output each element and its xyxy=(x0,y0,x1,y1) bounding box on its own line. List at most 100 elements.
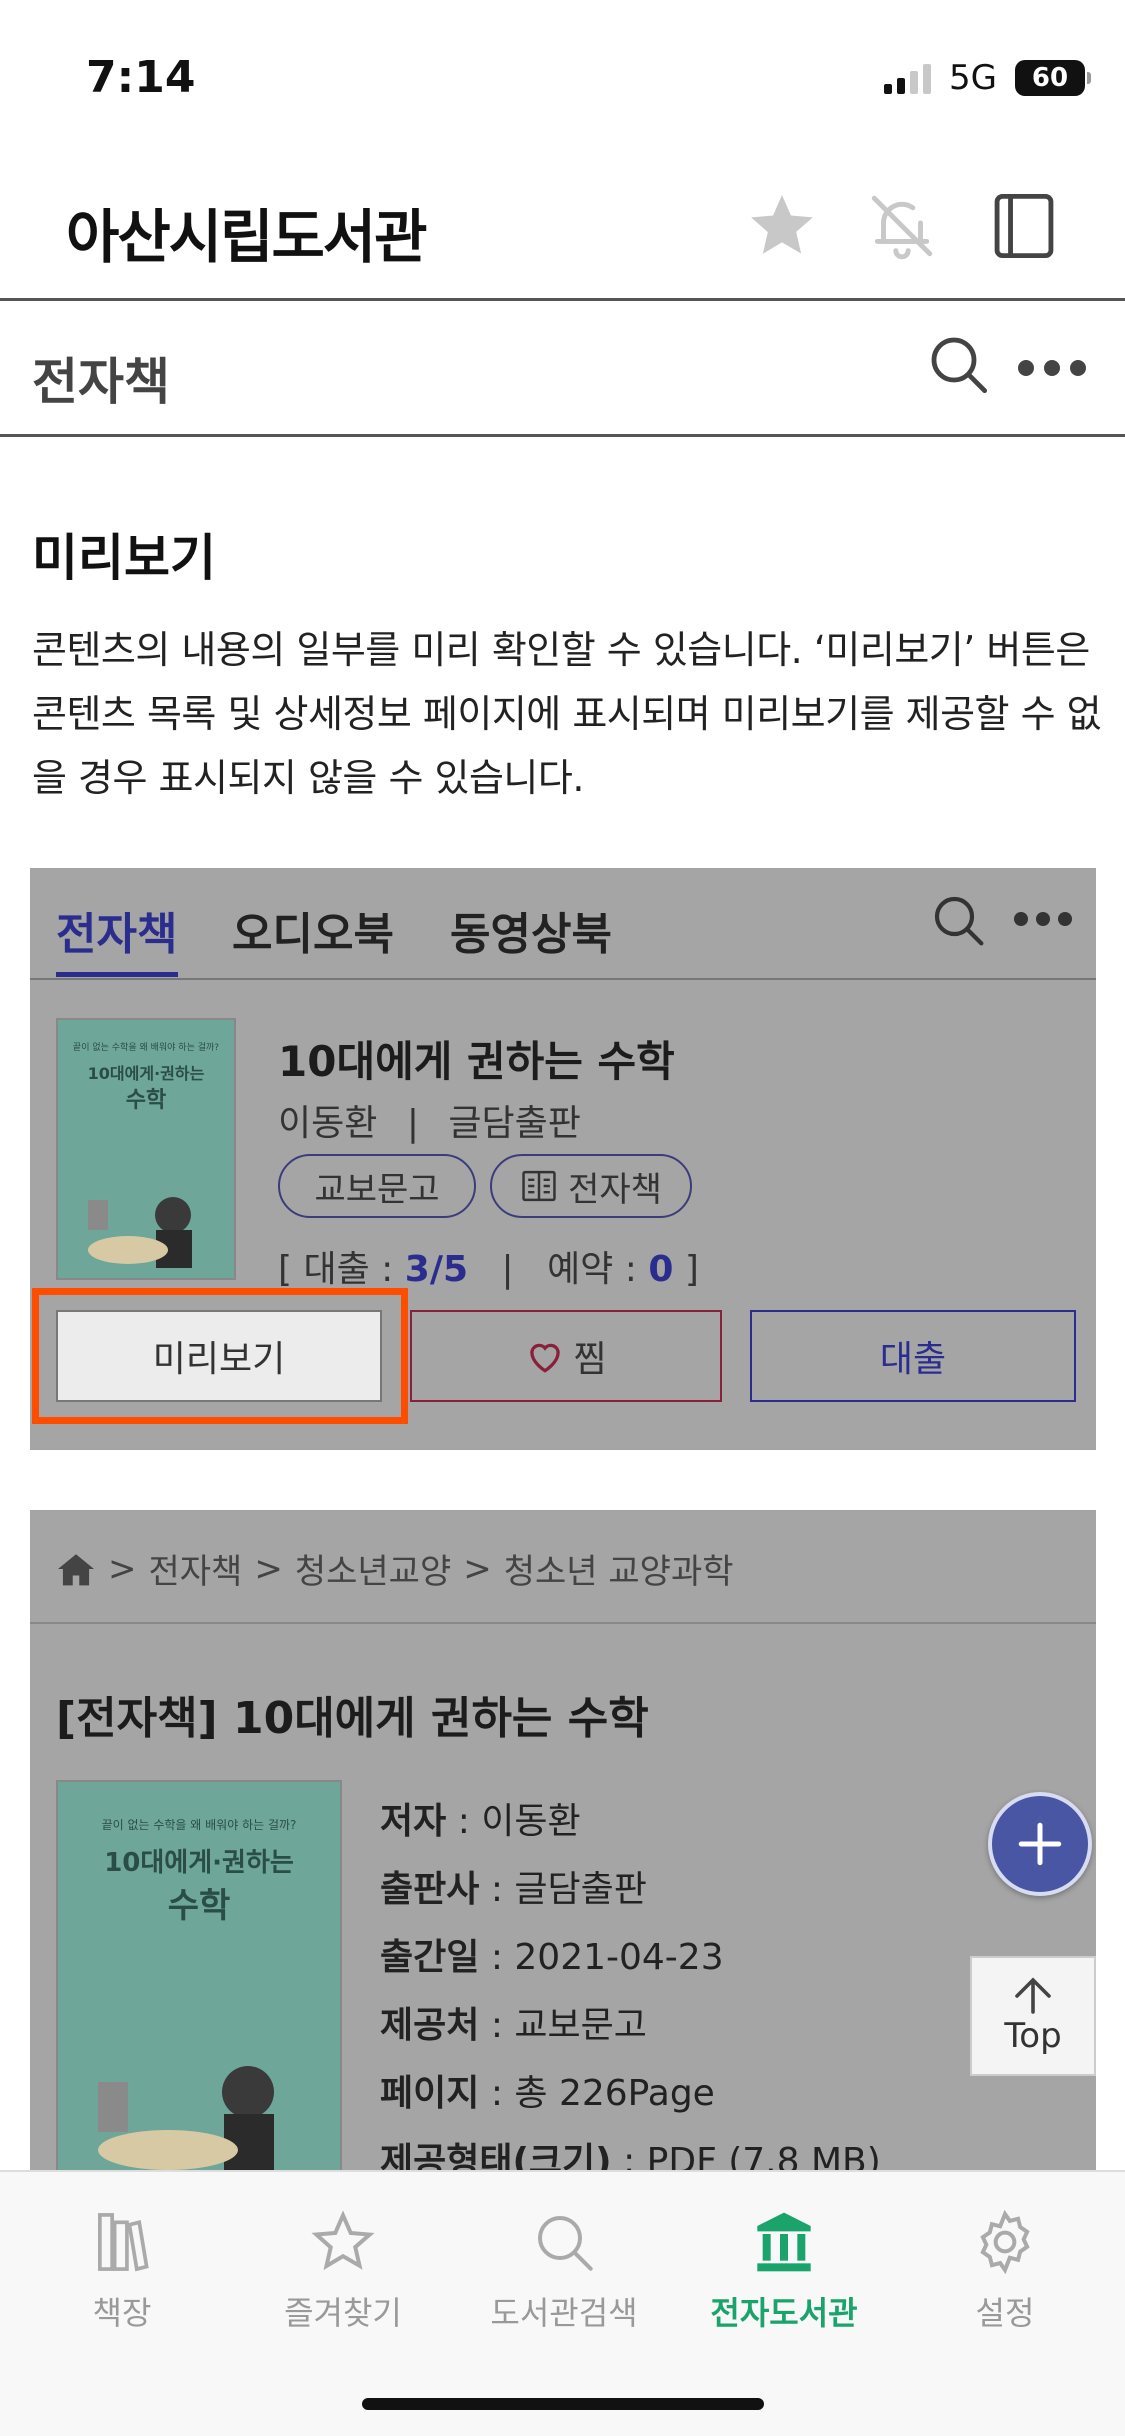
bookshelf-icon xyxy=(98,2213,149,2272)
cover-big-text-1: 10대에게·권하는 xyxy=(104,1848,294,1878)
network-type: 5G xyxy=(949,58,997,98)
star-outline-icon xyxy=(311,2210,375,2271)
section-description: 콘텐츠의 내용의 일부를 미리 확인할 수 있습니다. ‘미리보기’ 버튼은 콘… xyxy=(32,628,1102,800)
book-title[interactable]: 10대에게 권하는 수학 xyxy=(278,1028,675,1089)
library-icon xyxy=(757,2212,811,2272)
signal-icon xyxy=(884,62,932,94)
nav-label: 도서관검색 xyxy=(490,2294,638,2332)
tab-videobook[interactable]: 동영상북 xyxy=(450,898,612,962)
provider-chip: 교보문고 xyxy=(278,1154,476,1218)
nav-label: 즐겨찾기 xyxy=(284,2294,402,2332)
detail-pubdate: 출간일 : 2021-04-23 xyxy=(380,1928,724,1980)
provider-chip-label: 교보문고 xyxy=(314,1169,440,1210)
nav-item-favorites[interactable]: 즐겨찾기 xyxy=(243,2210,443,2334)
detail-title: [전자책] 10대에게 권하는 수학 xyxy=(56,1693,649,1744)
status-indicators: 5G 60 xyxy=(884,58,1091,98)
crumb-separator: > xyxy=(254,1548,283,1589)
cover-small-text: 끝이 없는 수학을 왜 배워야 하는 걸까? xyxy=(101,1818,297,1832)
field-label: 저자 xyxy=(380,1801,447,1842)
cover-big-text-2: 수학 xyxy=(125,1088,167,1113)
loan-bracket-close: ] xyxy=(684,1249,699,1290)
detail-book-cover: 끝이 없는 수학을 왜 배워야 하는 걸까? 10대에게·권하는 수학 xyxy=(56,1780,342,2180)
breadcrumb-item[interactable]: 청소년 교양과학 xyxy=(504,1544,734,1593)
scroll-top-label: Top xyxy=(1004,2016,1062,2056)
search-icon[interactable] xyxy=(930,892,986,952)
gear-icon xyxy=(980,2210,1030,2274)
format-chip: 전자책 xyxy=(490,1154,692,1218)
field-value: : 이동환 xyxy=(446,1801,581,1842)
cover-small-text: 끝이 없는 수학을 왜 배워야 하는 걸까? xyxy=(72,1043,220,1053)
reserve-count: 0 xyxy=(648,1249,674,1290)
cover-big-text-1: 10대에게·권하는 xyxy=(87,1064,205,1083)
format-chip-label: 전자책 xyxy=(568,1169,662,1210)
field-value: : 글담출판 xyxy=(479,1869,647,1910)
header-divider xyxy=(0,298,1125,301)
crumb-separator: > xyxy=(108,1548,137,1589)
loan-button[interactable]: 대출 xyxy=(750,1310,1076,1402)
detail-pages: 페이지 : 총 226Page xyxy=(380,2064,715,2116)
tab-divider xyxy=(30,978,1096,980)
highlight-box xyxy=(32,1288,408,1424)
breadcrumb: > 전자책 > 청소년교양 > 청소년 교양과학 xyxy=(56,1544,734,1593)
like-button[interactable]: 찜 xyxy=(410,1310,722,1402)
nav-label: 책장 xyxy=(92,2294,152,2332)
cover-illustration xyxy=(88,1197,192,1268)
reserve-label: 예약 : xyxy=(547,1249,637,1290)
heart-icon xyxy=(530,1343,561,1373)
nav-item-settings[interactable]: 설정 xyxy=(905,2210,1105,2334)
book-meta: 이동환 | 글담출판 xyxy=(278,1094,581,1146)
active-tab-indicator xyxy=(56,972,178,977)
field-value: : 총 226Page xyxy=(479,2073,715,2114)
ebook-icon xyxy=(522,1170,556,1202)
book-publisher: 글담출판 xyxy=(448,1103,581,1144)
detail-example-panel: > 전자책 > 청소년교양 > 청소년 교양과학 [전자책] 10대에게 권하는… xyxy=(30,1510,1096,2182)
breadcrumb-item[interactable]: 청소년교양 xyxy=(295,1544,451,1593)
star-icon[interactable] xyxy=(742,186,822,266)
detail-provider: 제공처 : 교보문고 xyxy=(380,1996,647,2048)
nav-item-bookshelf[interactable]: 책장 xyxy=(22,2210,222,2334)
bell-off-icon[interactable] xyxy=(862,186,942,266)
book-author: 이동환 xyxy=(278,1103,378,1144)
nav-label: 전자도서관 xyxy=(710,2294,858,2332)
detail-publisher: 출판사 : 글담출판 xyxy=(380,1860,647,1912)
cover-illustration xyxy=(98,2066,274,2172)
crumb-separator: > xyxy=(463,1548,492,1589)
breadcrumb-item[interactable]: 전자책 xyxy=(149,1544,243,1593)
book-icon[interactable] xyxy=(984,186,1064,266)
field-value: : 교보문고 xyxy=(479,2005,647,2046)
battery-icon: 60 xyxy=(1015,60,1091,96)
nav-label: 설정 xyxy=(975,2294,1035,2332)
more-icon[interactable] xyxy=(1014,912,1072,926)
sub-header-title: 전자책 xyxy=(32,353,170,411)
app-title: 아산시립도서관 xyxy=(66,203,428,271)
nav-item-elibrary[interactable]: 전자도서관 xyxy=(684,2210,884,2334)
loan-status: [ 대출 : 3/5 | 예약 : 0 ] xyxy=(278,1240,699,1292)
home-indicator xyxy=(362,2398,764,2410)
battery-level: 60 xyxy=(1031,63,1069,93)
arrow-up-icon xyxy=(1015,1977,1051,2014)
loan-count: 3/5 xyxy=(404,1249,469,1290)
home-icon[interactable] xyxy=(56,1551,96,1587)
tab-ebook[interactable]: 전자책 xyxy=(56,898,177,962)
cover-big-text-2: 수학 xyxy=(167,1886,231,1926)
field-label: 제공처 xyxy=(380,2005,480,2046)
loan-separator: | xyxy=(501,1249,514,1290)
field-label: 출간일 xyxy=(380,1937,480,1978)
like-label: 찜 xyxy=(573,1339,607,1380)
status-time: 7:14 xyxy=(86,52,196,103)
loan-label: [ 대출 : xyxy=(278,1249,394,1290)
nav-item-library-search[interactable]: 도서관검색 xyxy=(464,2210,664,2334)
add-fab-button[interactable] xyxy=(988,1792,1092,1896)
meta-separator: | xyxy=(406,1103,419,1144)
detail-author: 저자 : 이동환 xyxy=(380,1792,581,1844)
field-label: 출판사 xyxy=(380,1869,480,1910)
bottom-nav: 책장 즐겨찾기 도서관검색 전자도서관 설정 xyxy=(0,2170,1125,2436)
search-icon[interactable] xyxy=(926,332,990,396)
list-example-panel: 전자책 오디오북 동영상북 끝이 없는 수학을 왜 배워야 하는 걸까? 10대… xyxy=(30,868,1096,1450)
tab-audiobook[interactable]: 오디오북 xyxy=(232,898,394,962)
section-title: 미리보기 xyxy=(32,529,216,587)
book-cover[interactable]: 끝이 없는 수학을 왜 배워야 하는 걸까? 10대에게·권하는 수학 xyxy=(56,1018,236,1280)
scroll-top-button[interactable]: Top xyxy=(970,1956,1096,2076)
sub-header-divider xyxy=(0,434,1125,437)
more-icon[interactable] xyxy=(1018,348,1098,388)
